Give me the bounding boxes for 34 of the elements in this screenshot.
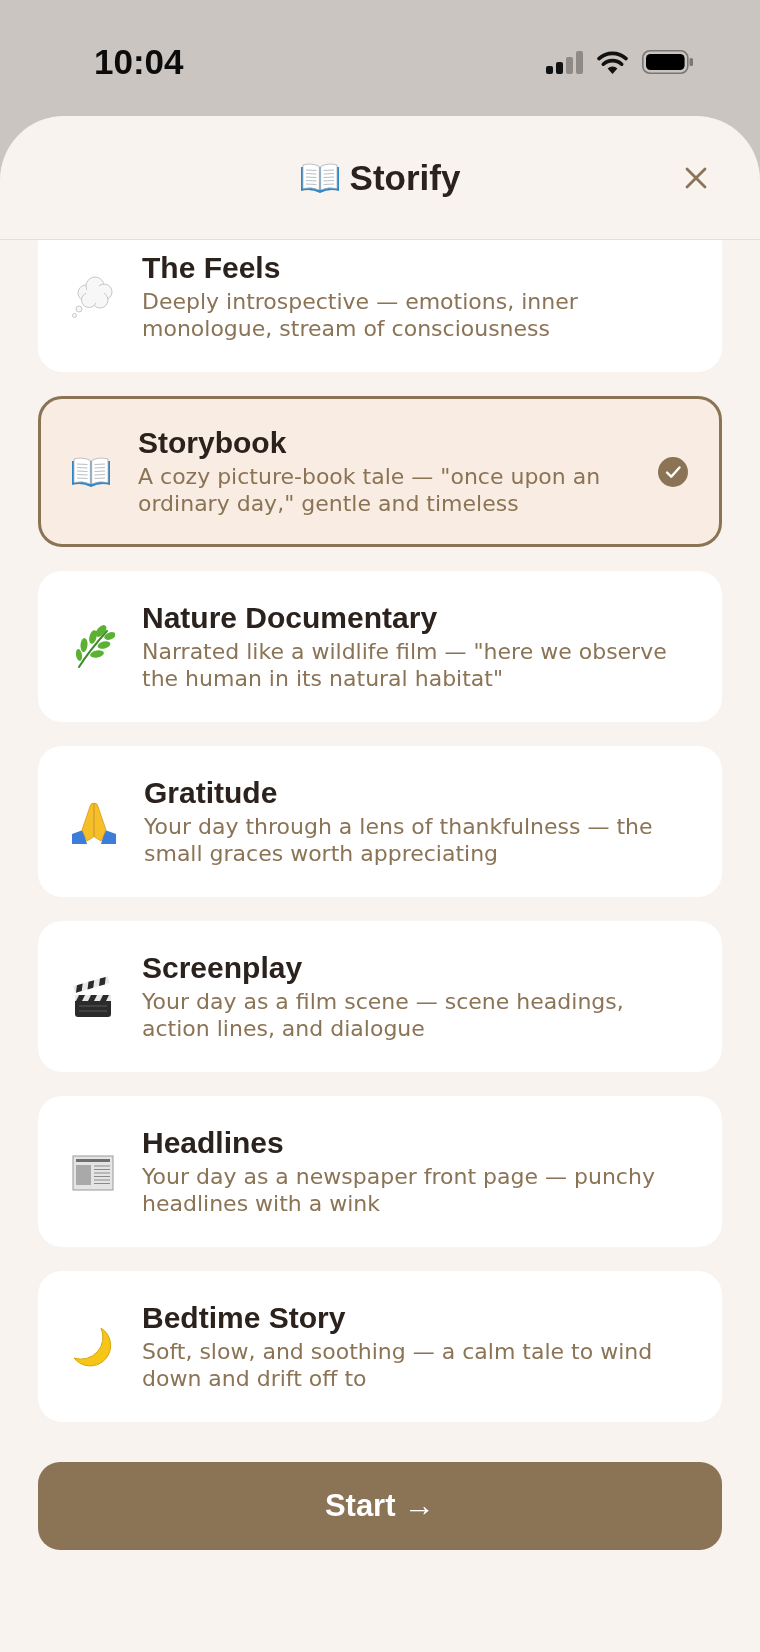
option-title: Headlines bbox=[142, 1126, 285, 1160]
option-description: Soft, slow, and soothing — a calm tale to wind down and drift off to bbox=[142, 1338, 654, 1392]
option-title: Nature Documentary bbox=[142, 601, 439, 635]
option-card[interactable]: Bedtime Story Soft, slow, and soothing — a calm tale to wind down and drift off to bbox=[38, 1271, 722, 1422]
wifi-icon bbox=[597, 50, 628, 74]
option-description: Narrated like a wildlife film — "here we observe the human in its natural habitat" bbox=[142, 638, 668, 692]
option-description: Your day as a film scene — scene headings, action lines, and dialogue bbox=[142, 988, 625, 1042]
status-time: 10:04 bbox=[94, 42, 184, 82]
app-title: Storify bbox=[349, 157, 461, 198]
praying-hands-icon bbox=[71, 799, 117, 844]
option-title: Gratitude bbox=[144, 776, 279, 810]
option-description: A cozy picture-book tale — "once upon an ordinary day," gentle and timeless bbox=[138, 463, 602, 517]
open-book-icon bbox=[299, 161, 340, 194]
option-title: Screenplay bbox=[142, 951, 304, 985]
close-icon bbox=[685, 166, 707, 189]
option-title: The Feels bbox=[142, 251, 282, 285]
battery-icon bbox=[642, 50, 693, 74]
option-description: Your day as a newspaper front page — punchy headlines with a wink bbox=[142, 1163, 656, 1217]
option-description: Deeply introspective — emotions, inner monologue, stream of consciousness bbox=[142, 288, 579, 342]
option-card[interactable]: Screenplay Your day as a film scene — scene headings, action lines, and dialogue bbox=[38, 921, 722, 1072]
option-description: Your day through a lens of thankfulness — the small graces worth appreciating bbox=[144, 813, 654, 867]
option-title: Storybook bbox=[138, 426, 288, 460]
option-card[interactable]: Storybook A cozy picture-book tale — "once upon an ordinary day," gentle and timeless bbox=[38, 396, 722, 547]
close-button[interactable] bbox=[685, 166, 707, 189]
option-card[interactable]: The Feels Deeply introspective — emotions, inner monologue, stream of consciousness bbox=[38, 240, 722, 372]
start-button[interactable]: Start → bbox=[38, 1462, 722, 1550]
signal-icon bbox=[546, 50, 583, 74]
thought-bubble-icon bbox=[71, 274, 115, 319]
option-card[interactable]: Gratitude Your day through a lens of thankfulness — the small graces worth appreciating bbox=[38, 746, 722, 897]
option-card[interactable]: Nature Documentary Narrated like a wildlife film — "here we observe the human in its natural habitat" bbox=[38, 571, 722, 722]
option-title: Bedtime Story bbox=[142, 1301, 347, 1335]
option-card[interactable]: Headlines Your day as a newspaper front page — punchy headlines with a wink bbox=[38, 1096, 722, 1247]
check-icon bbox=[658, 456, 688, 487]
open-book-icon bbox=[71, 455, 111, 488]
